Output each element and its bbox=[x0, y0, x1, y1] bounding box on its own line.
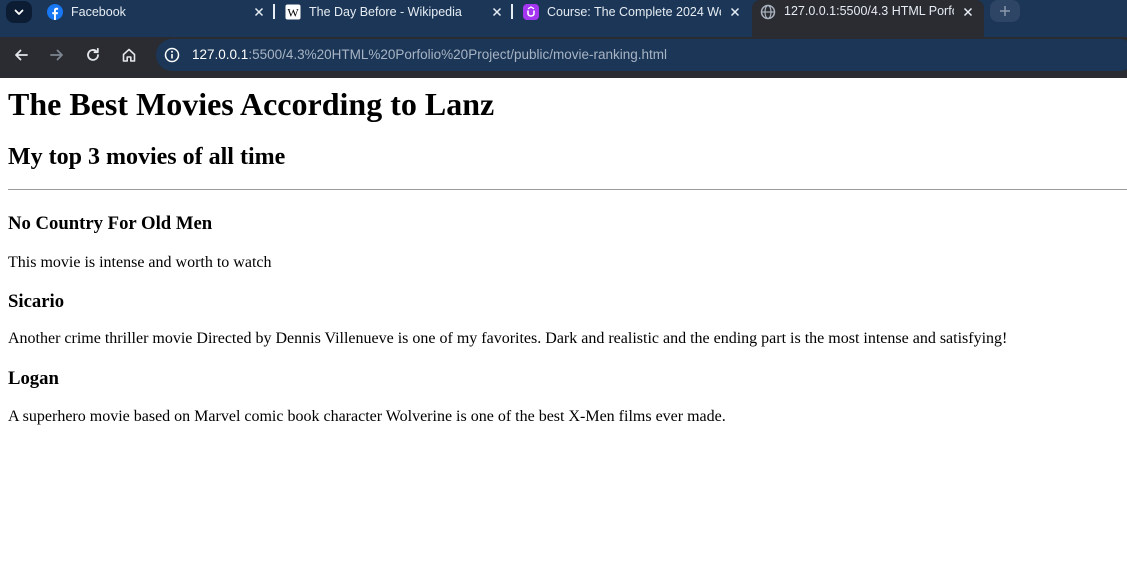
home-button[interactable] bbox=[118, 44, 140, 66]
reload-button[interactable] bbox=[82, 44, 104, 66]
tab-separator bbox=[511, 4, 513, 19]
new-tab-button[interactable] bbox=[990, 0, 1020, 22]
browser-toolbar: 127.0.0.1:5500/4.3%20HTML%20Porfolio%20P… bbox=[0, 37, 1127, 73]
url-text: 127.0.0.1:5500/4.3%20HTML%20Porfolio%20P… bbox=[192, 47, 667, 62]
globe-icon bbox=[760, 4, 776, 20]
tab-course[interactable]: Course: The Complete 2024 We bbox=[523, 0, 743, 24]
wikipedia-icon: W bbox=[285, 4, 301, 20]
movie-title: Logan bbox=[8, 368, 59, 389]
tab-separator bbox=[273, 4, 275, 19]
movie-description: Another crime thriller movie Directed by… bbox=[8, 330, 1008, 347]
tab-title: Facebook bbox=[71, 5, 126, 19]
page-title: The Best Movies According to Lanz bbox=[8, 86, 495, 122]
site-info-icon[interactable] bbox=[164, 47, 180, 63]
back-button[interactable] bbox=[10, 44, 32, 66]
udemy-icon bbox=[523, 4, 539, 20]
forward-button[interactable] bbox=[46, 44, 68, 66]
tab-active-page[interactable]: 127.0.0.1:5500/4.3 HTML Porfoli bbox=[752, 0, 984, 37]
close-icon[interactable] bbox=[251, 4, 267, 20]
tab-search-button[interactable] bbox=[6, 1, 32, 23]
page-content: The Best Movies According to Lanz My top… bbox=[0, 78, 1127, 567]
url-path: :5500/4.3%20HTML%20Porfolio%20Project/pu… bbox=[248, 47, 668, 62]
chevron-down-icon bbox=[14, 9, 24, 15]
movie-title: No Country For Old Men bbox=[8, 213, 213, 234]
facebook-icon bbox=[47, 4, 63, 20]
tab-title: Course: The Complete 2024 We bbox=[547, 5, 721, 19]
tab-facebook[interactable]: Facebook bbox=[47, 0, 267, 24]
plus-icon bbox=[1000, 6, 1010, 16]
movie-description: A superhero movie based on Marvel comic … bbox=[8, 408, 726, 425]
tab-wikipedia[interactable]: W The Day Before - Wikipedia bbox=[285, 0, 505, 24]
divider bbox=[8, 189, 1127, 190]
svg-text:W: W bbox=[287, 6, 299, 20]
page-subtitle: My top 3 movies of all time bbox=[8, 144, 286, 170]
address-bar[interactable]: 127.0.0.1:5500/4.3%20HTML%20Porfolio%20P… bbox=[156, 39, 1127, 71]
arrow-right-icon bbox=[50, 49, 63, 61]
movie-description: This movie is intense and worth to watch bbox=[8, 254, 272, 271]
tab-title: 127.0.0.1:5500/4.3 HTML Porfoli bbox=[784, 4, 954, 18]
tab-strip: Facebook W The Day Before - Wikipedia Co bbox=[0, 0, 1127, 37]
reload-icon bbox=[87, 47, 99, 61]
home-icon bbox=[122, 48, 136, 62]
close-icon[interactable] bbox=[727, 4, 743, 20]
close-icon[interactable] bbox=[960, 4, 976, 20]
url-host: 127.0.0.1 bbox=[192, 47, 249, 62]
tab-title: The Day Before - Wikipedia bbox=[309, 5, 462, 19]
close-icon[interactable] bbox=[489, 4, 505, 20]
movie-title: Sicario bbox=[8, 291, 65, 312]
arrow-left-icon bbox=[15, 49, 28, 61]
